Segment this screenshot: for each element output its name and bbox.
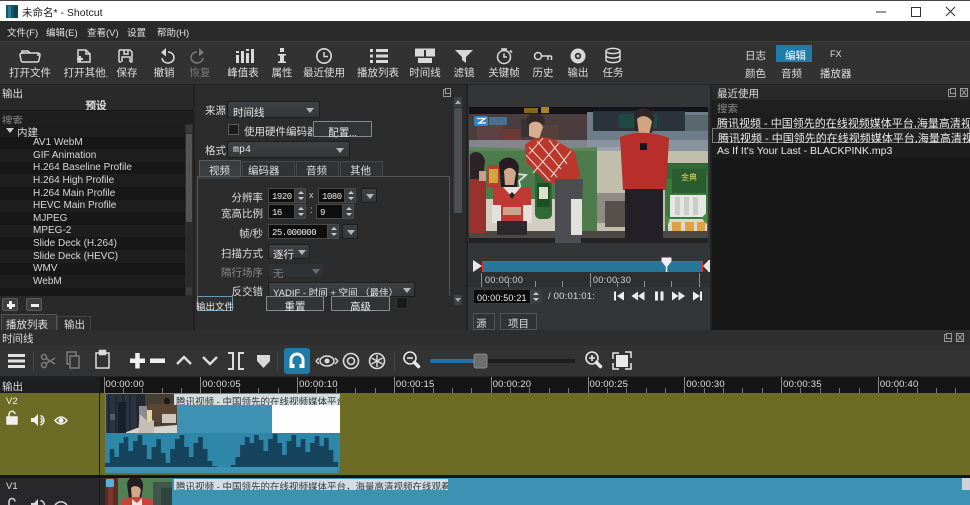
svg-text:金典: 金典 xyxy=(681,172,697,182)
